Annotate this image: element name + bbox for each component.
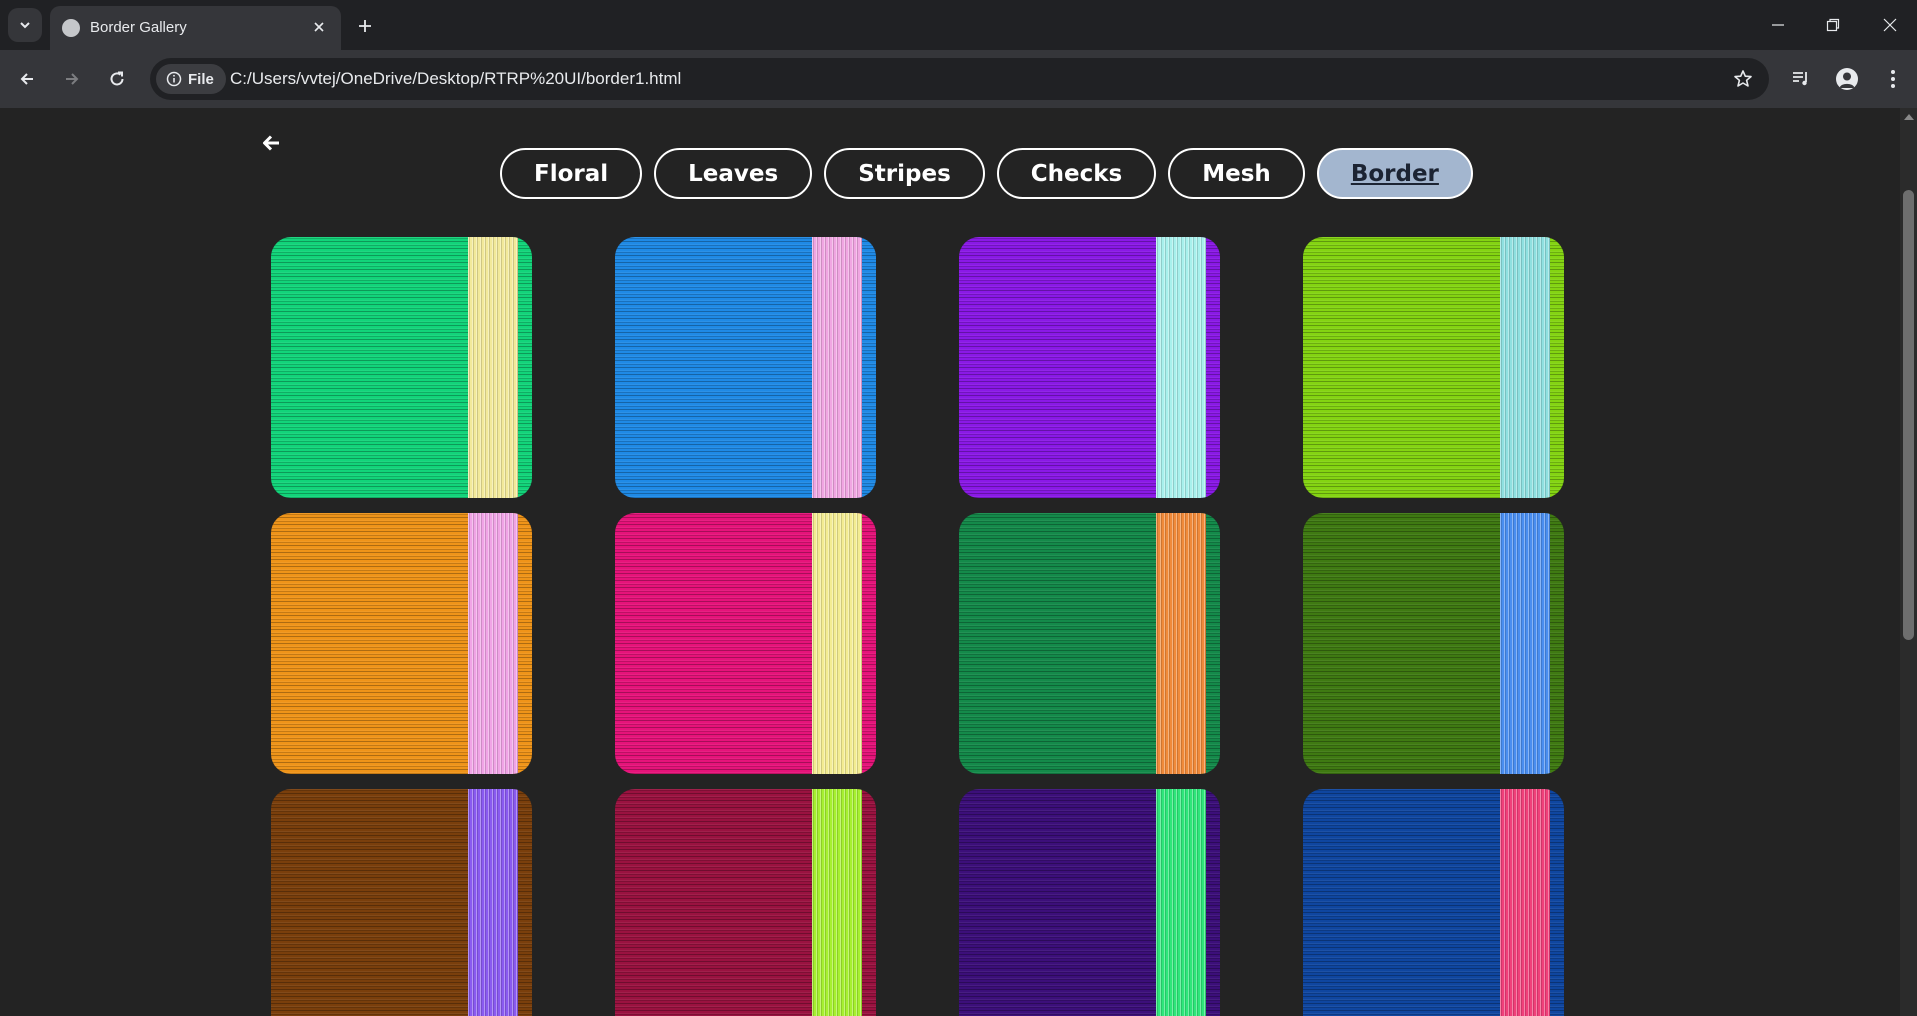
pattern-tile-border-texture bbox=[1156, 237, 1206, 498]
site-info-chip[interactable]: File bbox=[156, 64, 226, 94]
pattern-tile[interactable] bbox=[615, 237, 876, 498]
category-button-border[interactable]: Border bbox=[1316, 148, 1473, 199]
globe-icon bbox=[62, 19, 80, 37]
pattern-tile-border-stripe bbox=[1500, 237, 1550, 498]
pattern-tile-border-texture bbox=[468, 789, 518, 1016]
pattern-tile-border-texture bbox=[468, 237, 518, 498]
site-chip-label: File bbox=[188, 70, 214, 88]
scrollbar[interactable] bbox=[1900, 108, 1917, 1016]
pattern-tile-border-texture bbox=[812, 237, 862, 498]
pattern-tile[interactable] bbox=[959, 789, 1220, 1016]
page-viewport: Floral Leaves Stripes Checks Mesh Border bbox=[0, 108, 1900, 1016]
close-icon bbox=[314, 22, 324, 32]
browser-tab[interactable]: Border Gallery bbox=[50, 6, 341, 50]
pattern-tile-border-stripe bbox=[468, 237, 518, 498]
pattern-tile[interactable] bbox=[1303, 237, 1564, 498]
pattern-tile-border-texture bbox=[812, 789, 862, 1016]
restore-button[interactable] bbox=[1813, 8, 1853, 42]
tab-search-button[interactable] bbox=[8, 8, 42, 42]
pattern-tile[interactable] bbox=[271, 237, 532, 498]
minimize-button[interactable] bbox=[1758, 8, 1798, 42]
media-control-button[interactable] bbox=[1784, 62, 1818, 96]
browser-toolbar: File C:/Users/vvtej/OneDrive/Desktop/RTR… bbox=[0, 50, 1917, 108]
avatar bbox=[1836, 68, 1858, 90]
category-button-leaves[interactable]: Leaves bbox=[654, 148, 813, 199]
pattern-tile-border-texture bbox=[1156, 513, 1206, 774]
pattern-tile-border-stripe bbox=[468, 789, 518, 1016]
profile-button[interactable] bbox=[1830, 62, 1864, 96]
playlist-icon bbox=[1793, 72, 1807, 86]
reload-icon bbox=[110, 71, 124, 86]
pattern-tile-border-texture bbox=[1500, 789, 1550, 1016]
pattern-tile-border-texture bbox=[468, 513, 518, 774]
browser-menu-button[interactable] bbox=[1876, 62, 1910, 96]
restore-icon bbox=[1826, 18, 1840, 32]
pattern-tile[interactable] bbox=[615, 513, 876, 774]
pattern-tile-border-stripe bbox=[468, 513, 518, 774]
star-icon bbox=[1734, 70, 1752, 87]
pattern-tile-border-texture bbox=[1500, 237, 1550, 498]
info-icon bbox=[166, 71, 182, 87]
pattern-tile-border-stripe bbox=[1500, 789, 1550, 1016]
pattern-tile-border-stripe bbox=[812, 513, 862, 774]
pattern-tile[interactable] bbox=[1303, 513, 1564, 774]
chevron-down-icon bbox=[20, 22, 30, 29]
pattern-tile-border-stripe bbox=[812, 789, 862, 1016]
tab-close-button[interactable] bbox=[309, 17, 329, 37]
pattern-tile[interactable] bbox=[271, 513, 532, 774]
pattern-tile-border-stripe bbox=[812, 237, 862, 498]
url-text[interactable]: C:/Users/vvtej/OneDrive/Desktop/RTRP%20U… bbox=[230, 69, 681, 89]
minimize-icon bbox=[1772, 24, 1784, 26]
category-button-checks[interactable]: Checks bbox=[996, 148, 1157, 199]
pattern-tile-border-stripe bbox=[1156, 237, 1206, 498]
pattern-tile-border-stripe bbox=[1156, 789, 1206, 1016]
reload-button[interactable] bbox=[100, 62, 134, 96]
category-button-stripes[interactable]: Stripes bbox=[824, 148, 985, 199]
address-bar[interactable]: File C:/Users/vvtej/OneDrive/Desktop/RTR… bbox=[150, 58, 1769, 100]
bookmark-button[interactable] bbox=[1731, 67, 1755, 91]
person-icon bbox=[1839, 72, 1855, 88]
pattern-tile-border-texture bbox=[812, 513, 862, 774]
pattern-tile-border-stripe bbox=[1500, 513, 1550, 774]
arrow-left-icon bbox=[263, 135, 279, 151]
tab-title: Border Gallery bbox=[90, 19, 187, 36]
category-button-mesh[interactable]: Mesh bbox=[1168, 148, 1305, 199]
pattern-tile[interactable] bbox=[1303, 789, 1564, 1016]
tab-strip: Border Gallery bbox=[0, 0, 1917, 50]
pattern-tile[interactable] bbox=[959, 513, 1220, 774]
plus-icon bbox=[359, 20, 371, 32]
pattern-tile-border-texture bbox=[1500, 513, 1550, 774]
arrow-right-icon bbox=[66, 73, 79, 85]
pattern-tile[interactable] bbox=[271, 789, 532, 1016]
close-icon bbox=[1883, 18, 1897, 32]
pattern-tile[interactable] bbox=[959, 237, 1220, 498]
back-button[interactable] bbox=[10, 62, 44, 96]
arrow-left-icon bbox=[20, 73, 33, 85]
page-back-button[interactable] bbox=[256, 128, 286, 158]
scroll-up-icon[interactable] bbox=[1904, 114, 1914, 120]
new-tab-button[interactable] bbox=[352, 13, 378, 39]
category-nav: Floral Leaves Stripes Checks Mesh Border bbox=[500, 148, 1473, 199]
pattern-tile-border-stripe bbox=[1156, 513, 1206, 774]
forward-button[interactable] bbox=[55, 62, 89, 96]
pattern-grid bbox=[271, 237, 1564, 1016]
pattern-tile-border-texture bbox=[1156, 789, 1206, 1016]
close-window-button[interactable] bbox=[1870, 8, 1910, 42]
pattern-tile[interactable] bbox=[615, 789, 876, 1016]
scroll-thumb[interactable] bbox=[1903, 190, 1914, 640]
category-button-floral[interactable]: Floral bbox=[500, 148, 643, 199]
more-vertical-icon bbox=[1891, 70, 1895, 88]
